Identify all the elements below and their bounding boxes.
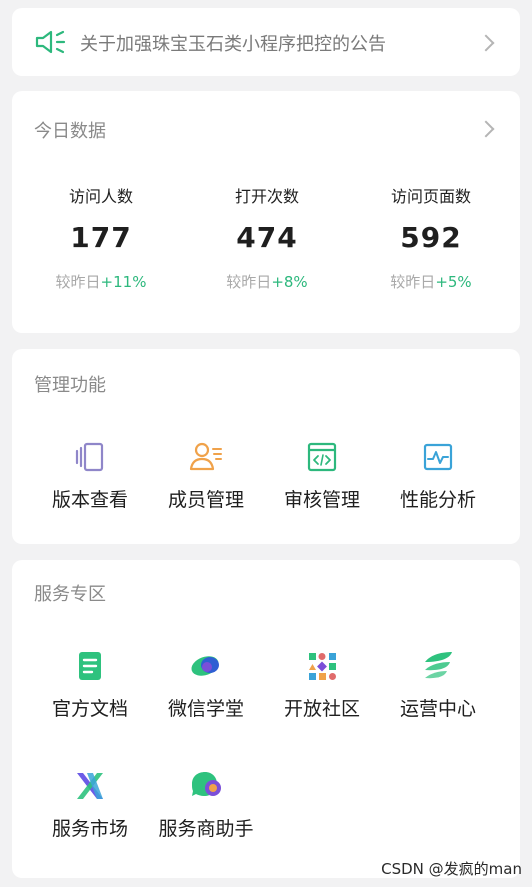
service-item-label: 服务市场 [51, 818, 128, 840]
watermark: CSDN @发疯的man [381, 860, 522, 878]
menu-item-review[interactable]: 审核管理 [264, 439, 380, 512]
stat-visitors: 访问人数 177 较昨日+11% [16, 183, 186, 292]
market-icon [77, 773, 103, 799]
menu-item-label: 性能分析 [399, 489, 476, 511]
menu-item-performance[interactable]: 性能分析 [380, 439, 496, 512]
service-item-assistant[interactable]: 服务商助手 [148, 768, 264, 841]
stat-value: 177 [70, 221, 132, 254]
stat-delta: 较昨日+8% [182, 271, 352, 292]
management-card: 管理功能 版本查看 成员管理 审核管理 性能分析 [12, 349, 520, 544]
stat-value: 474 [236, 221, 298, 254]
stat-delta: 较昨日+5% [346, 271, 516, 292]
menu-item-versions[interactable]: 版本查看 [32, 439, 148, 512]
stat-label: 打开次数 [234, 187, 299, 206]
service-item-label: 服务商助手 [158, 818, 254, 840]
stat-compare: 较昨日 [226, 273, 272, 291]
stat-label: 访问人数 [68, 187, 133, 206]
document-icon [79, 652, 101, 680]
today-data-title: 今日数据 [34, 121, 106, 142]
performance-icon [423, 443, 453, 471]
stat-label: 访问页面数 [390, 187, 471, 206]
notice-text: 关于加强珠宝玉石类小程序把控的公告 [80, 34, 386, 55]
menu-item-label: 审核管理 [283, 489, 360, 511]
operations-icon [425, 652, 452, 679]
stat-value: 592 [400, 221, 462, 254]
stat-compare: 较昨日 [390, 273, 436, 291]
chevron-right-icon[interactable] [477, 120, 495, 138]
school-icon [191, 656, 219, 676]
code-review-icon [307, 442, 337, 472]
speaker-icon [35, 30, 66, 54]
member-icon [189, 442, 222, 471]
service-item-market[interactable]: 服务市场 [32, 768, 148, 841]
stat-compare: 较昨日 [55, 273, 101, 291]
service-item-label: 运营中心 [399, 698, 476, 720]
versions-icon [75, 442, 104, 472]
service-title: 服务专区 [34, 584, 106, 605]
service-item-label: 官方文档 [51, 698, 128, 720]
stat-page-views: 访问页面数 592 较昨日+5% [346, 183, 516, 292]
stat-change: +8% [271, 273, 308, 291]
stat-opens: 打开次数 474 较昨日+8% [182, 183, 352, 292]
service-item-label: 微信学堂 [167, 698, 244, 720]
service-item-label: 开放社区 [283, 698, 360, 720]
menu-item-label: 版本查看 [51, 489, 128, 511]
stat-change: +11% [100, 273, 147, 291]
service-item-operations[interactable]: 运营中心 [380, 648, 496, 721]
chevron-right-icon [477, 34, 495, 52]
service-item-school[interactable]: 微信学堂 [148, 648, 264, 721]
menu-item-label: 成员管理 [167, 489, 244, 511]
service-card: 服务专区 官方文档 微信学堂 开放社区 运营中心 服务市场 服务商助手 [12, 560, 520, 878]
assistant-icon [192, 772, 221, 796]
service-item-community[interactable]: 开放社区 [264, 648, 380, 721]
menu-item-members[interactable]: 成员管理 [148, 439, 264, 512]
stat-delta: 较昨日+11% [16, 271, 186, 292]
management-title: 管理功能 [34, 375, 106, 396]
community-icon [309, 653, 336, 680]
notice-bar[interactable]: 关于加强珠宝玉石类小程序把控的公告 [12, 8, 520, 76]
service-item-docs[interactable]: 官方文档 [32, 648, 148, 721]
today-data-card: 今日数据 访问人数 177 较昨日+11% 打开次数 474 较昨日+8% 访问… [12, 91, 520, 333]
stat-change: +5% [435, 273, 472, 291]
